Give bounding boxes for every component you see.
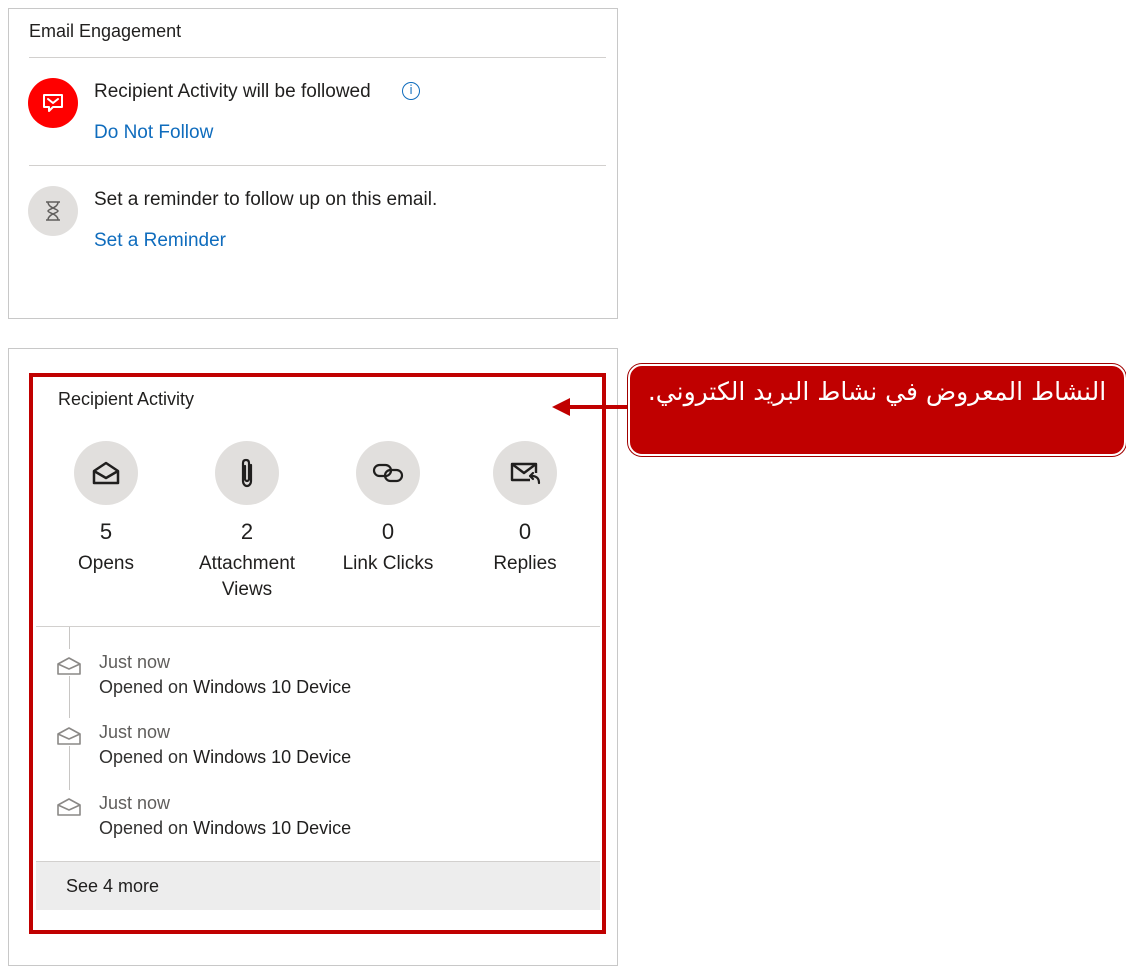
do-not-follow-link[interactable]: Do Not Follow bbox=[94, 122, 213, 144]
highlight-frame bbox=[29, 373, 606, 934]
email-engagement-card: Email Engagement Recipient Activity will… bbox=[8, 8, 618, 319]
hourglass-icon bbox=[28, 186, 78, 236]
info-icon[interactable]: i bbox=[402, 82, 420, 100]
follow-status-text: Recipient Activity will be followed bbox=[94, 81, 371, 102]
divider bbox=[29, 57, 606, 58]
email-engagement-title: Email Engagement bbox=[29, 21, 182, 41]
email-tracking-icon bbox=[28, 78, 78, 128]
set-reminder-link[interactable]: Set a Reminder bbox=[94, 230, 226, 252]
reminder-text: Set a reminder to follow up on this emai… bbox=[94, 189, 438, 210]
annotation-callout: النشاط المعروض في نشاط البريد الكتروني. bbox=[628, 364, 1126, 456]
divider bbox=[29, 165, 606, 166]
arrow-left-icon bbox=[552, 398, 630, 416]
